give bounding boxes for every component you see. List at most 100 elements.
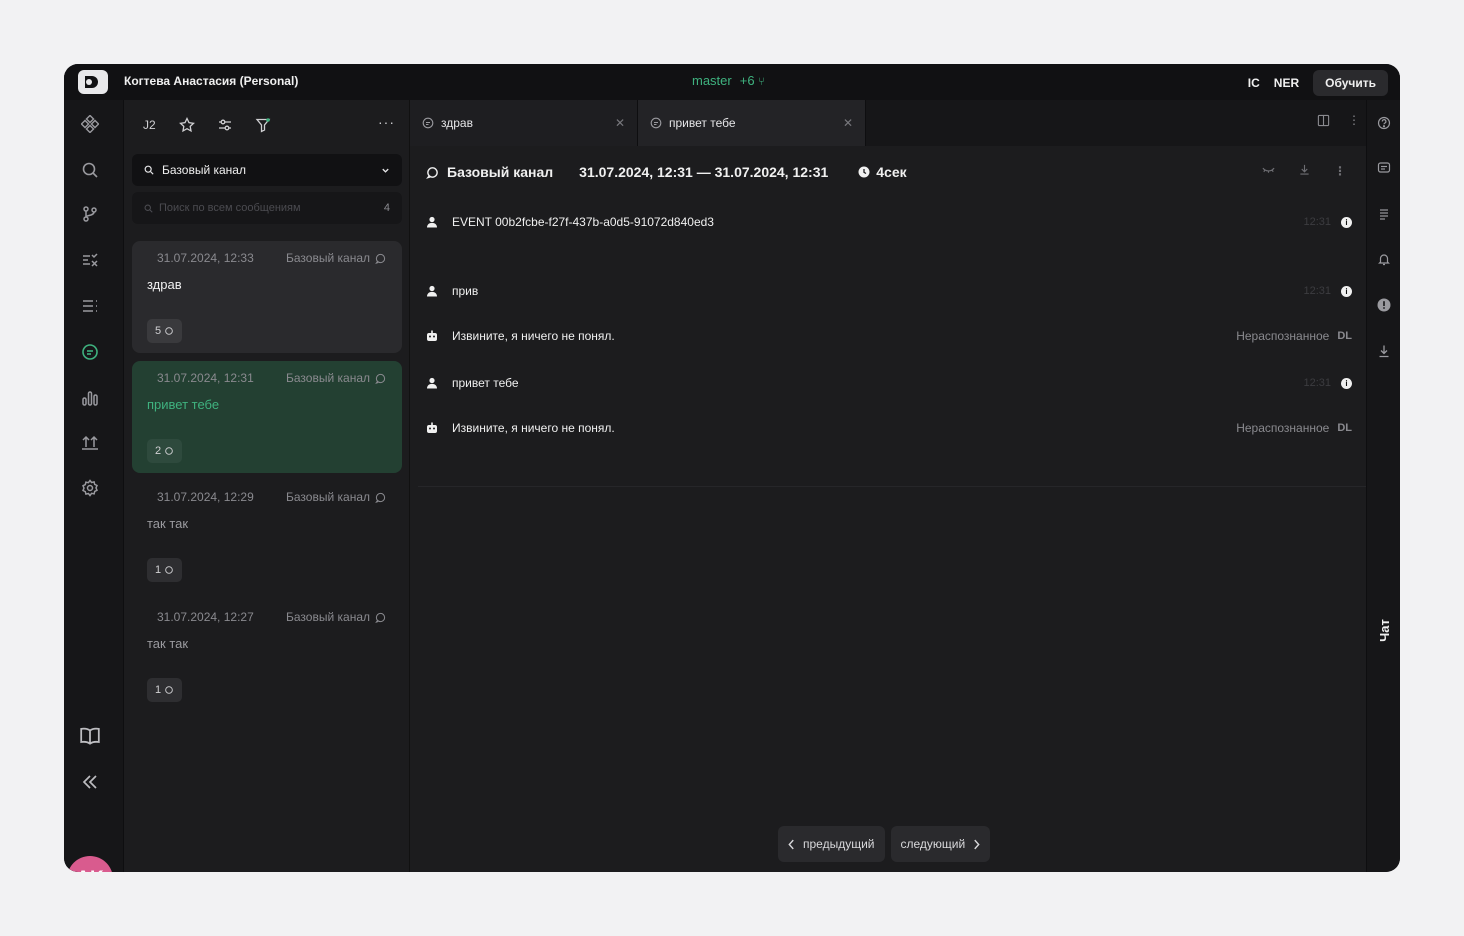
info-icon[interactable]: i (1341, 377, 1352, 389)
tasks-icon[interactable] (80, 250, 100, 270)
left-nav-rail: AK (64, 100, 124, 872)
session-card[interactable]: 31.07.2024, 12:27 Базовый канал так так … (132, 600, 402, 712)
message-time: 12:31 (1303, 377, 1331, 389)
session-channel: Базовый канал (286, 251, 386, 265)
search-results-count: 4 (383, 202, 390, 214)
ic-toggle[interactable]: IC (1248, 76, 1260, 90)
train-button[interactable]: Обучить (1313, 70, 1388, 96)
logo-icon[interactable] (78, 70, 108, 94)
analytics-icon[interactable] (80, 388, 100, 408)
search-icon[interactable] (80, 160, 100, 180)
session-title: привет тебе (147, 397, 220, 412)
settings-icon[interactable] (80, 478, 100, 498)
chat-panel-toggle[interactable]: Чат (1373, 610, 1395, 650)
app-window: Когтева Анастасия (Personal) master +6 ⑂ … (64, 64, 1400, 872)
message-count-badge: 1 (147, 558, 183, 582)
message-count: 2 (155, 445, 162, 457)
message-user[interactable]: EVENT 00b2fcbe-f27f-437b-a0d5-91072d840e… (426, 207, 1352, 237)
session-card-active[interactable]: 31.07.2024, 12:31 Базовый канал привет т… (132, 361, 402, 473)
collapse-sidebar-icon[interactable] (80, 772, 100, 792)
message-user[interactable]: прив 12:31 i (426, 276, 1352, 306)
more-vertical-icon[interactable]: ⋮ (1334, 164, 1346, 178)
divider (418, 486, 1366, 487)
message-text: Извините, я ничего не понял. (452, 421, 615, 435)
download-icon[interactable] (1299, 164, 1310, 178)
message-square-icon[interactable] (1376, 160, 1392, 176)
list-icon[interactable] (80, 296, 100, 316)
more-vertical-icon[interactable]: ⋮ (1348, 114, 1360, 130)
chat-bubble-icon (165, 686, 173, 694)
avatar[interactable]: AK (67, 856, 113, 872)
tab-label: привет тебе (669, 116, 736, 130)
message-count: 1 (155, 684, 162, 696)
j2-filter[interactable]: J2 (143, 118, 156, 132)
top-right-controls: IC NER Обучить (1248, 70, 1388, 96)
git-branch-icon[interactable] (80, 204, 100, 224)
next-button[interactable]: следующий (890, 826, 991, 862)
help-icon[interactable] (1376, 115, 1392, 131)
channel-select[interactable]: Базовый канал (132, 154, 402, 186)
dialog-header: Базовый канал 31.07.2024, 12:31 — 31.07.… (426, 158, 1356, 186)
sessions-toolbar: J2 ··· (124, 100, 410, 150)
chat-bubble-icon (375, 492, 386, 503)
split-view-icon[interactable] (1317, 114, 1330, 130)
chevron-left-icon (788, 839, 794, 849)
message-time: 12:31 (1303, 216, 1331, 228)
dialog-header-tools: ⋮ (1262, 164, 1346, 178)
branch-indicator[interactable]: master +6 ⑂ (692, 73, 765, 88)
user-icon (427, 216, 437, 228)
user-icon (427, 285, 437, 297)
search-icon (144, 204, 153, 213)
close-icon[interactable]: ✕ (843, 116, 853, 130)
message-text: Извините, я ничего не понял. (452, 329, 615, 343)
bell-icon[interactable] (1376, 251, 1392, 267)
workspace-user-name[interactable]: Когтева Анастасия (Personal) (124, 74, 298, 88)
tab-dialog-2[interactable]: привет тебе ✕ (638, 100, 866, 146)
chat-bubble-icon (165, 566, 173, 574)
chat-bubble-icon (375, 612, 386, 623)
intent-label: Нераспознанное (1236, 329, 1330, 343)
info-icon[interactable]: i (1341, 285, 1352, 297)
session-channel-label: Базовый канал (286, 610, 370, 624)
intents-icon[interactable] (80, 114, 100, 134)
eye-closed-icon[interactable] (1262, 164, 1275, 178)
filter-icon[interactable] (255, 117, 271, 136)
session-card[interactable]: 31.07.2024, 12:33 Базовый канал здрав 5 (132, 241, 402, 353)
session-title: так так (147, 516, 189, 531)
star-icon[interactable] (179, 116, 195, 136)
chat-bubble-icon (375, 253, 386, 264)
branch-icon: ⑂ (758, 76, 765, 88)
message-search-input[interactable]: Поиск по всем сообщениям 4 (132, 192, 402, 224)
message-time: 12:31 (1303, 285, 1331, 297)
session-channel-label: Базовый канал (286, 490, 370, 504)
more-options-icon[interactable]: ··· (378, 114, 395, 130)
previous-button[interactable]: предыдущий (778, 826, 885, 862)
user-icon (427, 377, 437, 389)
dialogs-icon[interactable] (80, 342, 100, 362)
document-lines-icon[interactable] (1376, 206, 1392, 222)
close-icon[interactable]: ✕ (615, 116, 625, 130)
dialog-duration-value: 4сек (876, 164, 907, 180)
docs-book-icon[interactable] (78, 726, 102, 746)
message-bot[interactable]: Извините, я ничего не понял. Нераспознан… (426, 321, 1352, 351)
session-date: 31.07.2024, 12:27 (157, 610, 254, 624)
message-bot[interactable]: Извините, я ничего не понял. Нераспознан… (426, 413, 1352, 443)
session-channel-label: Базовый канал (286, 251, 370, 265)
info-icon[interactable]: i (1341, 216, 1352, 228)
download-icon[interactable] (1376, 343, 1392, 359)
message-user[interactable]: привет тебе 12:31 i (426, 368, 1352, 398)
alert-icon[interactable] (1376, 297, 1392, 313)
deploy-icon[interactable] (80, 432, 100, 452)
tab-dialog-1[interactable]: здрав ✕ (410, 100, 638, 146)
sessions-panel: J2 ··· Базовый канал Поиск по всем сообщ… (124, 100, 410, 872)
chat-bubble-icon (426, 166, 438, 179)
dialog-channel: Базовый канал (447, 164, 554, 180)
dl-tag: DL (1337, 422, 1352, 434)
bot-icon (427, 330, 437, 341)
session-title: так так (147, 636, 189, 651)
ner-toggle[interactable]: NER (1274, 76, 1299, 90)
session-card[interactable]: 31.07.2024, 12:29 Базовый канал так так … (132, 480, 402, 592)
chevron-right-icon (974, 839, 980, 849)
sliders-icon[interactable] (217, 117, 233, 136)
pagination: предыдущий следующий (778, 826, 991, 862)
